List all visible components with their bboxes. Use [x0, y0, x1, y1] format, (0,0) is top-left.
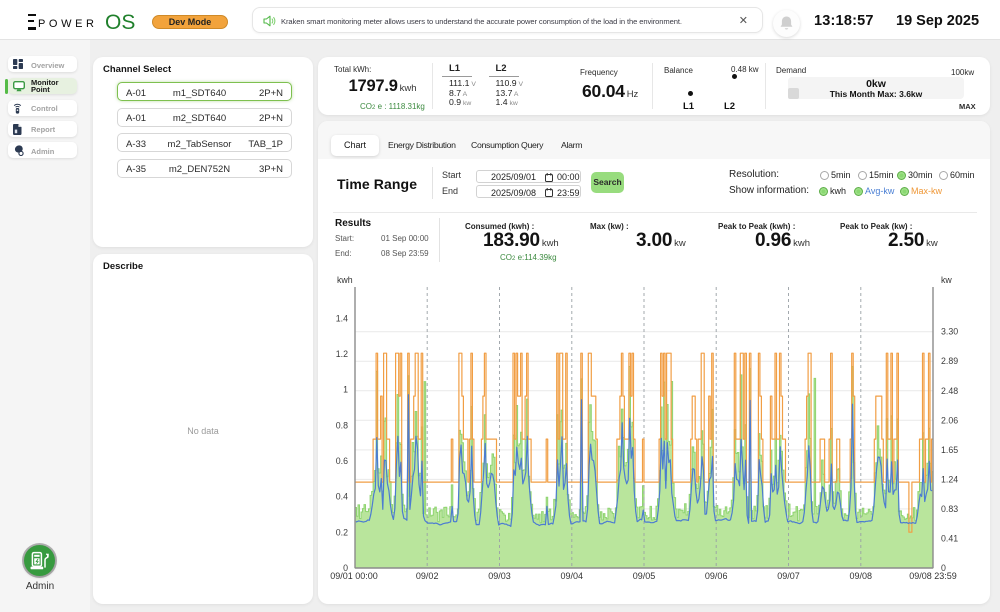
svg-text:09/03: 09/03: [488, 571, 511, 581]
svg-text:0.4: 0.4: [336, 492, 348, 502]
svg-text:0.83: 0.83: [941, 504, 958, 514]
svg-text:3.30: 3.30: [941, 327, 958, 337]
svg-text:09/01 00:00: 09/01 00:00: [330, 571, 378, 581]
svg-text:0.6: 0.6: [336, 456, 348, 466]
svg-text:0.8: 0.8: [336, 420, 348, 430]
svg-text:0.2: 0.2: [336, 527, 348, 537]
svg-text:kw: kw: [941, 275, 952, 285]
svg-text:09/06: 09/06: [705, 571, 728, 581]
svg-text:1.4: 1.4: [336, 313, 348, 323]
svg-text:2.89: 2.89: [941, 356, 958, 366]
svg-text:09/07: 09/07: [777, 571, 800, 581]
svg-text:09/08 23:59: 09/08 23:59: [909, 571, 957, 581]
svg-text:1.2: 1.2: [336, 349, 348, 359]
svg-text:2.06: 2.06: [941, 415, 958, 425]
svg-text:09/08: 09/08: [850, 571, 873, 581]
svg-text:1: 1: [343, 385, 348, 395]
svg-text:09/02: 09/02: [416, 571, 439, 581]
svg-text:1.65: 1.65: [941, 445, 958, 455]
svg-text:0.41: 0.41: [941, 534, 958, 544]
svg-text:09/04: 09/04: [561, 571, 584, 581]
svg-text:09/05: 09/05: [633, 571, 656, 581]
svg-text:kwh: kwh: [337, 275, 353, 285]
svg-text:1.24: 1.24: [941, 474, 958, 484]
svg-text:2.48: 2.48: [941, 386, 958, 396]
